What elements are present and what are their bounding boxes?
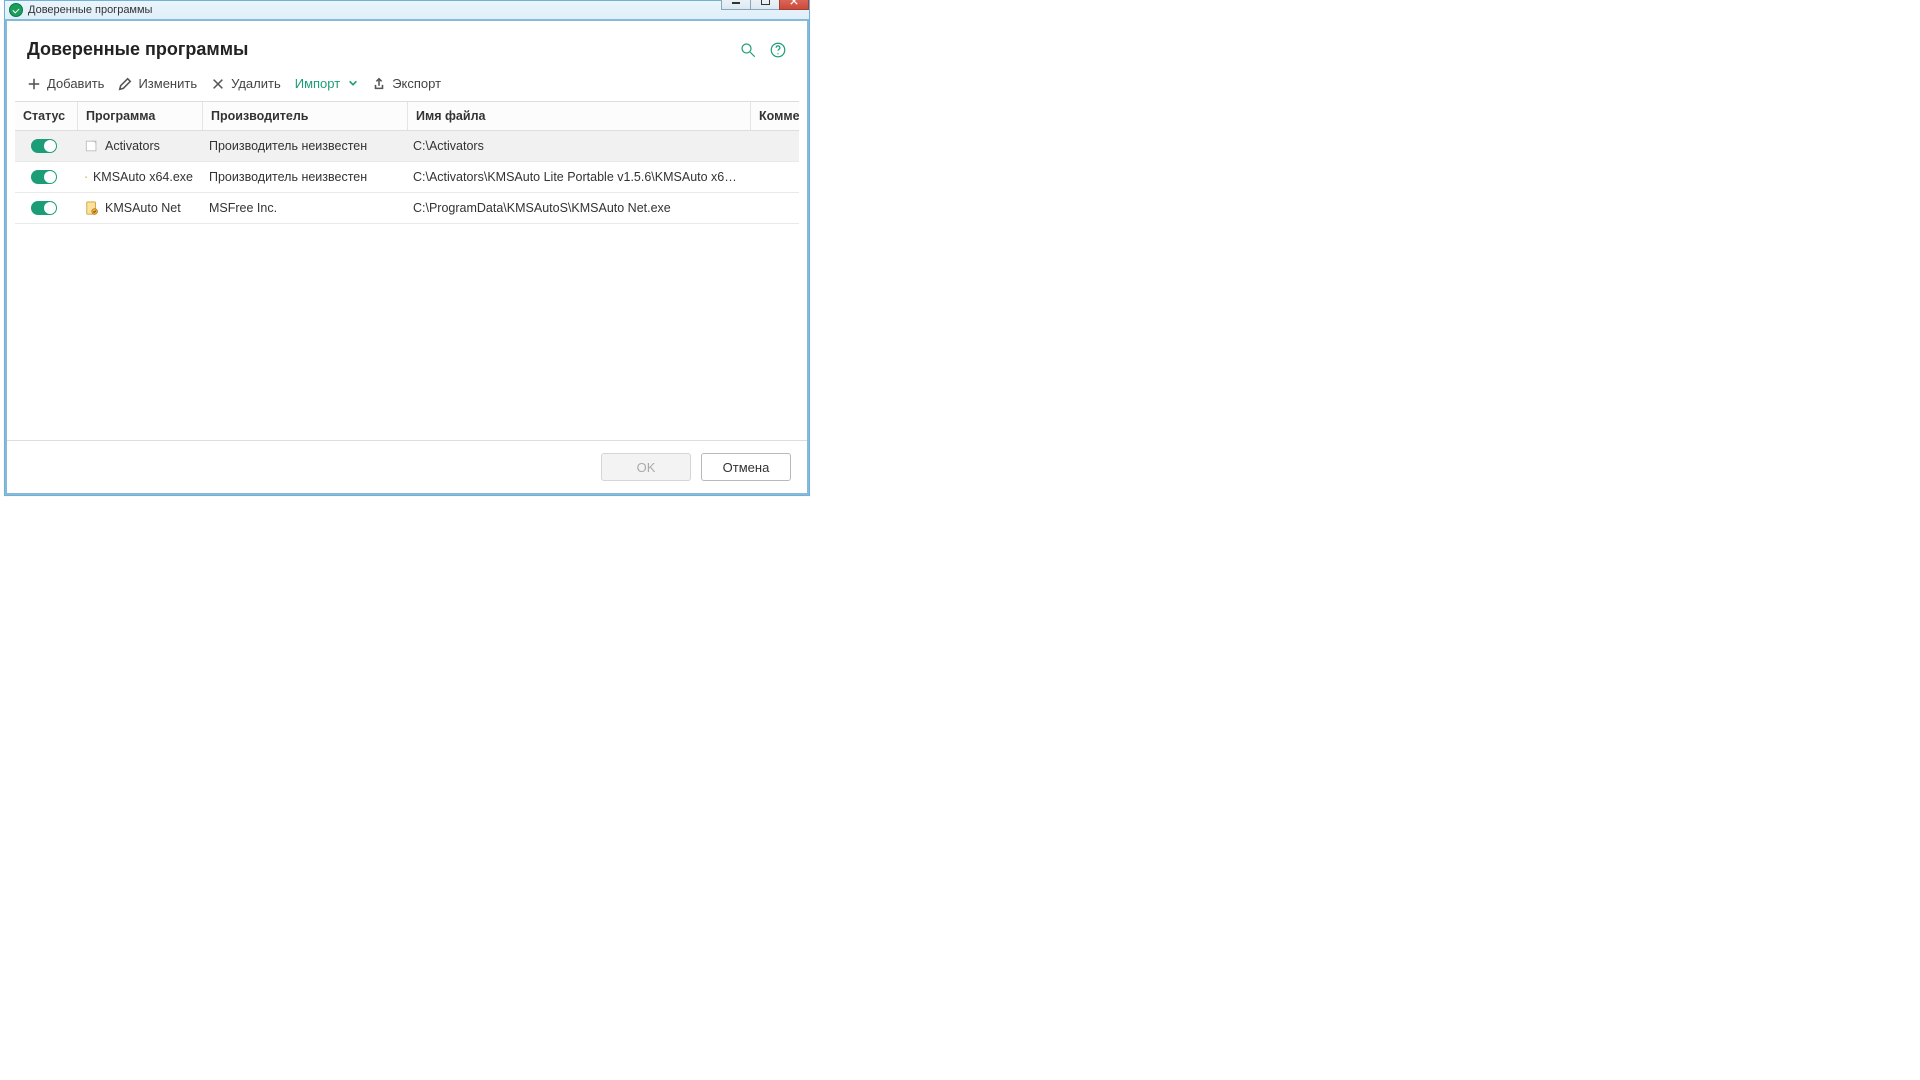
col-status[interactable]: Статус xyxy=(15,102,78,130)
add-button[interactable]: Добавить xyxy=(27,74,104,93)
edit-button[interactable]: Изменить xyxy=(118,74,197,93)
table-row[interactable]: Activators Производитель неизвестенC:\Act… xyxy=(15,131,799,162)
table-body: ActivatorsПроизводитель неизвестенC:\Act… xyxy=(15,131,799,440)
add-label: Добавить xyxy=(47,76,104,91)
edit-label: Изменить xyxy=(138,76,197,91)
search-icon[interactable] xyxy=(739,41,757,59)
dialog-title: Доверенные программы xyxy=(27,39,727,60)
toolbar: Добавить Изменить Удалить Импорт xyxy=(7,74,807,101)
table-header: Статус Программа Производитель Имя файла… xyxy=(15,102,799,131)
import-label: Импорт xyxy=(295,76,340,91)
trusted-programs-table: Статус Программа Производитель Имя файла… xyxy=(15,101,799,440)
pencil-icon xyxy=(118,77,132,91)
col-file[interactable]: Имя файла xyxy=(408,102,751,130)
status-toggle[interactable] xyxy=(31,170,57,184)
program-name: KMSAuto x64.exe xyxy=(93,170,193,184)
program-name: Activators xyxy=(105,139,160,153)
col-program[interactable]: Программа xyxy=(78,102,203,130)
x-icon xyxy=(211,77,225,91)
cancel-button[interactable]: Отмена xyxy=(701,453,791,481)
chevron-down-icon xyxy=(348,76,358,91)
col-vendor[interactable]: Производитель xyxy=(203,102,408,130)
vendor-cell: Производитель неизвестен xyxy=(201,170,405,184)
maximize-button[interactable] xyxy=(750,0,780,10)
folder-icon xyxy=(85,139,99,153)
window-title: Доверенные программы xyxy=(28,4,152,16)
plus-icon xyxy=(27,77,41,91)
delete-button[interactable]: Удалить xyxy=(211,74,281,93)
close-button[interactable] xyxy=(779,0,809,10)
table-row[interactable]: KMSAuto x64.exe Производитель неизвестенC… xyxy=(15,162,799,193)
file-cell: C:\ProgramData\KMSAutoS\KMSAuto Net.exe xyxy=(405,201,747,215)
status-toggle[interactable] xyxy=(31,139,57,153)
export-label: Экспорт xyxy=(392,76,441,91)
dialog-footer: OK Отмена xyxy=(7,440,807,493)
file-cell: C:\Activators xyxy=(405,139,747,153)
dialog-body: Доверенные программы Добавить Изменить xyxy=(5,19,809,495)
window-controls xyxy=(722,0,809,10)
delete-label: Удалить xyxy=(231,76,281,91)
file-cell: C:\Activators\KMSAuto Lite Portable v1.5… xyxy=(405,170,747,184)
minimize-button[interactable] xyxy=(721,0,751,10)
col-comment[interactable]: Комментарий xyxy=(751,102,799,130)
vendor-cell: Производитель неизвестен xyxy=(201,139,405,153)
export-icon xyxy=(372,77,386,91)
import-button[interactable]: Импорт xyxy=(295,74,358,93)
app-shield-icon xyxy=(9,3,23,17)
export-button[interactable]: Экспорт xyxy=(372,74,441,93)
program-name: KMSAuto Net xyxy=(105,201,181,215)
exe-icon xyxy=(85,170,87,184)
ok-button[interactable]: OK xyxy=(601,453,691,481)
status-toggle[interactable] xyxy=(31,201,57,215)
table-row[interactable]: KMSAuto Net MSFree Inc.C:\ProgramData\KMS… xyxy=(15,193,799,224)
help-icon[interactable] xyxy=(769,41,787,59)
vendor-cell: MSFree Inc. xyxy=(201,201,405,215)
titlebar[interactable]: Доверенные программы xyxy=(5,1,809,20)
dialog-header: Доверенные программы xyxy=(7,21,807,74)
exe-icon xyxy=(85,201,99,215)
app-window: Доверенные программы Доверенные программ… xyxy=(4,0,810,496)
